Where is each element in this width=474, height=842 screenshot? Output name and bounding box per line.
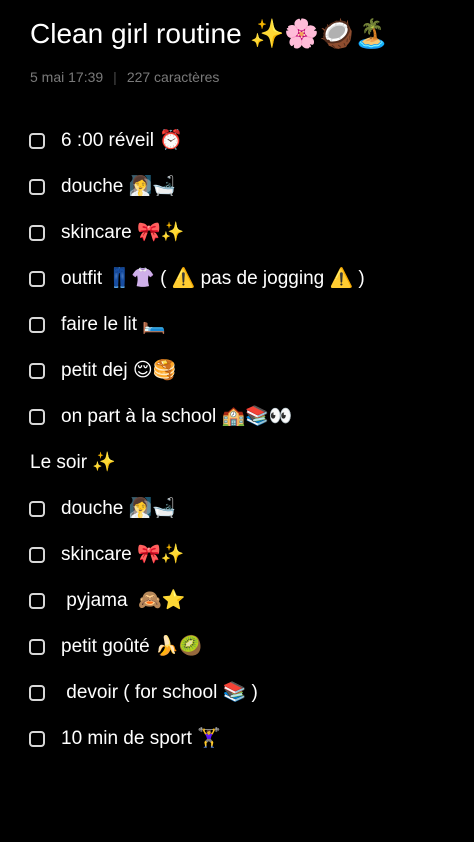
checklist-item-text: faire le lit 🛏️: [61, 314, 166, 335]
checkbox[interactable]: [29, 409, 45, 425]
checklist-item-text: 6 :00 réveil ⏰: [61, 130, 183, 151]
checklist-item-text: skincare 🎀✨: [61, 544, 185, 565]
checkbox[interactable]: [29, 501, 45, 517]
note-title: Clean girl routine ✨🌸🥥🏝️: [30, 18, 389, 49]
note-date: 5 mai 17:39: [30, 69, 104, 85]
checklist-item-text: 10 min de sport 🏋️‍♀️: [61, 728, 221, 749]
checkbox[interactable]: [29, 639, 45, 655]
checkbox[interactable]: [29, 225, 45, 241]
checklist-item[interactable]: outfit 👖👚 ( ⚠️ pas de jogging ⚠️ ): [0, 256, 474, 302]
checkbox[interactable]: [29, 731, 45, 747]
section-heading-text: Le soir ✨: [30, 452, 116, 473]
meta-divider: |: [113, 69, 117, 85]
checklist-item[interactable]: 6 :00 réveil ⏰: [0, 118, 474, 164]
checklist-item-text: douche 🧖‍♀️🛁: [61, 498, 176, 519]
checklist: 6 :00 réveil ⏰ douche 🧖‍♀️🛁 skincare 🎀✨ …: [0, 118, 474, 762]
checklist-item[interactable]: douche 🧖‍♀️🛁: [0, 164, 474, 210]
checklist-item[interactable]: on part à la school 🏫📚👀: [0, 394, 474, 440]
checklist-item[interactable]: skincare 🎀✨: [0, 210, 474, 256]
note-meta: 5 mai 17:39 | 227 caractères: [30, 67, 219, 87]
checklist-item[interactable]: devoir ( for school 📚 ): [0, 670, 474, 716]
checkbox[interactable]: [29, 547, 45, 563]
checklist-item[interactable]: faire le lit 🛏️: [0, 302, 474, 348]
checkbox[interactable]: [29, 685, 45, 701]
checkbox[interactable]: [29, 593, 45, 609]
checklist-item-text: pyjama 🙈⭐: [61, 590, 186, 611]
checkbox[interactable]: [29, 133, 45, 149]
checkbox[interactable]: [29, 271, 45, 287]
checkbox[interactable]: [29, 363, 45, 379]
checklist-item[interactable]: petit goûté 🍌🥝: [0, 624, 474, 670]
checklist-item-text: petit dej 😌🥞: [61, 360, 177, 381]
character-count: 227 caractères: [126, 69, 220, 85]
checklist-item-text: on part à la school 🏫📚👀: [61, 406, 293, 427]
checklist-item[interactable]: douche 🧖‍♀️🛁: [0, 486, 474, 532]
checklist-item[interactable]: petit dej 😌🥞: [0, 348, 474, 394]
section-heading-evening[interactable]: Le soir ✨: [0, 440, 474, 486]
checklist-item-text: skincare 🎀✨: [61, 222, 185, 243]
checklist-item-text: outfit 👖👚 ( ⚠️ pas de jogging ⚠️ ): [61, 268, 365, 289]
checklist-item-text: petit goûté 🍌🥝: [61, 636, 203, 657]
checklist-item-text: douche 🧖‍♀️🛁: [61, 176, 176, 197]
checkbox[interactable]: [29, 179, 45, 195]
checklist-item-text: devoir ( for school 📚 ): [61, 682, 258, 703]
checklist-item[interactable]: skincare 🎀✨: [0, 532, 474, 578]
checklist-item[interactable]: pyjama 🙈⭐: [0, 578, 474, 624]
checkbox[interactable]: [29, 317, 45, 333]
checklist-item[interactable]: 10 min de sport 🏋️‍♀️: [0, 716, 474, 762]
